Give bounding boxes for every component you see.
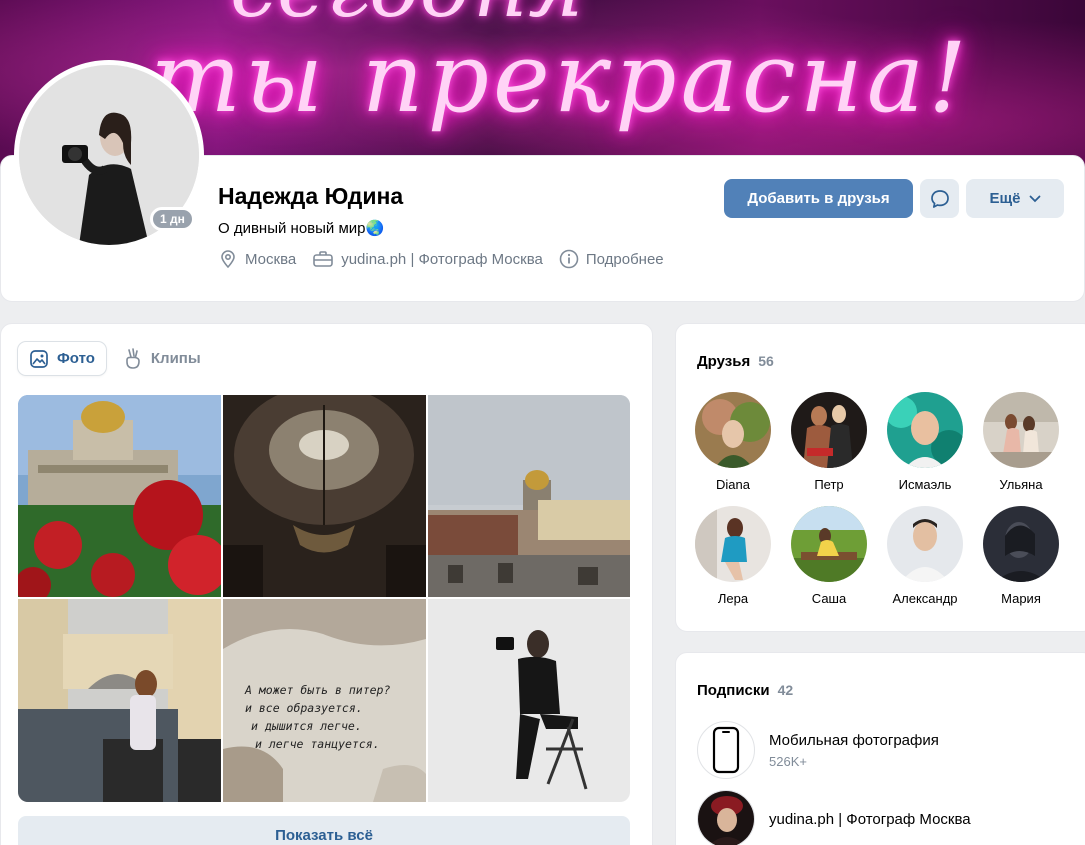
tab-clips-label: Клипы (150, 350, 201, 367)
avatar (983, 392, 1059, 468)
friend-item[interactable]: Петр (781, 392, 877, 492)
online-badge: 1 дн (150, 207, 195, 231)
subscription-name: yudina.ph | Фотограф Москва (769, 810, 971, 828)
tab-clips[interactable]: Клипы (112, 342, 212, 375)
more-info-label: Подробнее (585, 250, 664, 268)
location-label: Москва (245, 250, 297, 268)
avatar (697, 790, 755, 845)
friend-item[interactable]: Ульяна (973, 392, 1069, 492)
friends-title: Друзья (697, 353, 751, 370)
friend-name: Diana (716, 477, 750, 492)
friends-count: 56 (758, 353, 774, 369)
avatar (695, 392, 771, 468)
friend-item[interactable]: Diana (685, 392, 781, 492)
message-icon (930, 189, 949, 208)
friend-name: Саша (811, 591, 847, 606)
photo-thumbnail[interactable] (18, 599, 221, 802)
message-button[interactable] (920, 179, 959, 218)
profile-name: Надежда Юдина (218, 183, 404, 209)
subscriptions-header[interactable]: Подписки 42 (697, 682, 793, 699)
wall-text-line: А может быть в питер? (244, 683, 390, 697)
photo-thumbnail[interactable]: А может быть в питер? и все образуется. … (223, 599, 426, 802)
wall-text-line: и все образуется. (245, 701, 363, 715)
subscriptions-title: Подписки (697, 682, 770, 699)
subscription-followers: 526K+ (769, 753, 807, 769)
subscription-item[interactable]: Мобильная фотография 526K+ (697, 721, 939, 779)
chevron-down-icon (1029, 195, 1040, 202)
profile-meta: Москва yudina.ph | Фотограф Москва Подро… (218, 249, 664, 269)
more-label: Ещё (989, 190, 1021, 207)
wall-text-line: и дышится легче. (251, 719, 362, 733)
friends-header[interactable]: Друзья 56 (697, 353, 774, 370)
location-item[interactable]: Москва (218, 249, 296, 269)
avatar (697, 721, 755, 779)
image-icon (30, 349, 48, 368)
friend-name: Мария (1001, 591, 1041, 606)
avatar (791, 506, 867, 582)
photo-thumbnail[interactable] (223, 395, 426, 597)
photo-grid: А может быть в питер? и все образуется. … (18, 395, 630, 802)
photo-thumbnail[interactable] (428, 599, 630, 802)
work-item[interactable]: yudina.ph | Фотограф Москва (312, 249, 543, 269)
photo-thumbnail[interactable] (18, 395, 221, 597)
cover-neon-text: ты прекрасна! (150, 22, 971, 134)
friend-name: Петр (814, 477, 844, 492)
avatar (695, 506, 771, 582)
clips-icon (126, 347, 140, 369)
tab-photos[interactable]: Фото (18, 342, 106, 375)
work-label: yudina.ph | Фотограф Москва (341, 250, 543, 268)
avatar (791, 392, 867, 468)
subscription-name: Мобильная фотография (769, 731, 939, 749)
add-friend-button[interactable]: Добавить в друзья (724, 179, 913, 218)
subscriptions-count: 42 (777, 682, 794, 698)
show-all-button[interactable]: Показать всё (18, 816, 630, 845)
friend-item[interactable]: Лера (685, 506, 781, 606)
media-tabs: Фото Клипы (18, 342, 212, 375)
avatar (887, 506, 963, 582)
photo-thumbnail[interactable] (428, 395, 630, 597)
friend-item[interactable]: Мария (973, 506, 1069, 606)
avatar (887, 392, 963, 468)
avatar (983, 506, 1059, 582)
friends-grid: Diana Петр Исмаэль Ульяна Лера Саша Алек… (685, 392, 1069, 606)
briefcase-icon (313, 251, 334, 267)
friend-item[interactable]: Александр (877, 506, 973, 606)
more-info-item[interactable]: Подробнее (559, 249, 664, 269)
info-icon (559, 249, 579, 269)
friend-item[interactable]: Саша (781, 506, 877, 606)
phone-icon (712, 726, 740, 774)
friend-item[interactable]: Исмаэль (877, 392, 973, 492)
subscription-item[interactable]: yudina.ph | Фотограф Москва (697, 790, 971, 845)
profile-status: О дивный новый мир🌏 (218, 220, 385, 237)
friend-name: Ульяна (999, 477, 1043, 492)
wall-text-line: и легче танцуется. (255, 737, 380, 751)
friend-name: Исмаэль (898, 477, 952, 492)
friend-name: Лера (717, 591, 749, 606)
location-icon (221, 250, 235, 269)
more-button[interactable]: Ещё (966, 179, 1064, 218)
tab-photos-label: Фото (57, 350, 95, 367)
friend-name: Александр (892, 591, 958, 606)
